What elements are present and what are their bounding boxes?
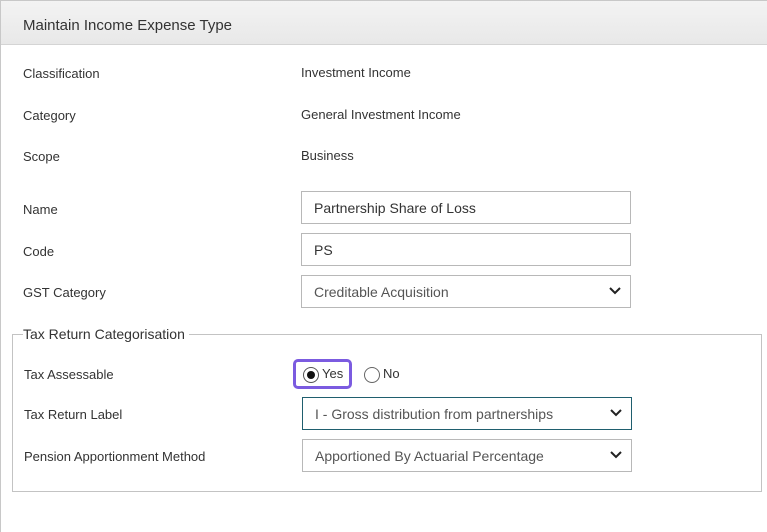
- pension-method-selected: Apportioned By Actuarial Percentage: [315, 448, 544, 464]
- gst-category-label: GST Category: [23, 285, 106, 300]
- code-input[interactable]: PS: [301, 233, 631, 266]
- maintain-panel: Maintain Income Expense Type Classificat…: [0, 0, 767, 532]
- chevron-down-icon: [610, 409, 622, 417]
- chevron-down-icon: [609, 287, 621, 295]
- panel-header: Maintain Income Expense Type: [1, 1, 767, 45]
- tax-return-legend: Tax Return Categorisation: [23, 326, 189, 342]
- code-input-value: PS: [314, 242, 333, 258]
- tax-return-label-label: Tax Return Label: [24, 407, 123, 422]
- radio-selected-dot: [307, 371, 315, 379]
- name-input-value: Partnership Share of Loss: [314, 200, 476, 216]
- tax-assessable-yes-radio[interactable]: [303, 367, 319, 383]
- category-label: Category: [23, 108, 76, 123]
- classification-label: Classification: [23, 66, 100, 81]
- tax-assessable-yes-label[interactable]: Yes: [322, 366, 343, 381]
- gst-category-selected: Creditable Acquisition: [314, 284, 449, 300]
- name-input[interactable]: Partnership Share of Loss: [301, 191, 631, 224]
- tax-return-label-select[interactable]: I - Gross distribution from partnerships: [302, 397, 632, 430]
- tax-assessable-no-label[interactable]: No: [383, 366, 400, 381]
- scope-value: Business: [301, 148, 354, 163]
- code-label: Code: [23, 244, 55, 259]
- chevron-down-icon: [610, 451, 622, 459]
- scope-label: Scope: [23, 149, 60, 164]
- pension-method-select[interactable]: Apportioned By Actuarial Percentage: [302, 439, 632, 472]
- gst-category-select[interactable]: Creditable Acquisition: [301, 275, 631, 308]
- tax-return-label-selected: I - Gross distribution from partnerships: [315, 406, 554, 422]
- name-label: Name: [23, 202, 58, 217]
- category-value: General Investment Income: [301, 107, 461, 122]
- pension-method-label: Pension Apportionment Method: [24, 449, 206, 464]
- classification-value: Investment Income: [301, 65, 411, 80]
- page-title: Maintain Income Expense Type: [23, 17, 233, 34]
- tax-assessable-no-radio[interactable]: [364, 367, 380, 383]
- tax-assessable-label: Tax Assessable: [24, 367, 114, 382]
